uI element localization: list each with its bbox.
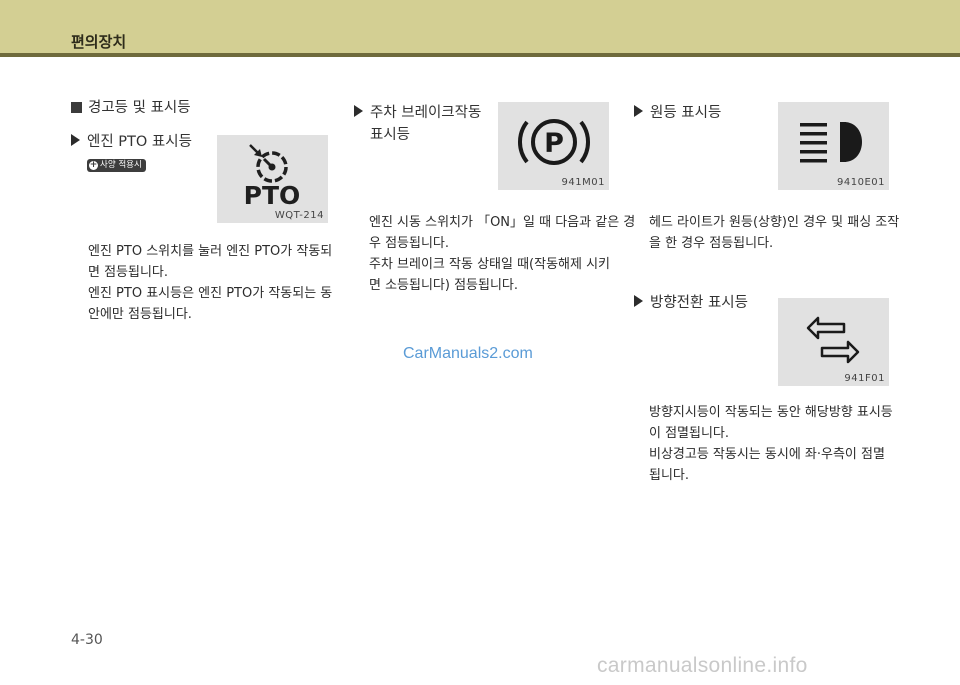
pto-heading-text: 엔진 PTO 표시등	[87, 134, 192, 150]
parking-brake-heading: 주차 브레이크작동 표시등	[354, 102, 481, 146]
high-beam-heading: 원등 표시등	[634, 102, 721, 124]
pto-icon-label: PTO	[244, 181, 301, 210]
body-line: 됩니다.	[649, 468, 690, 483]
high-beam-heading-text: 원등 표시등	[650, 105, 722, 121]
page-number: 4-30	[71, 632, 103, 648]
footer-watermark: carmanualsonline.info	[597, 654, 808, 677]
body-line: 비상경고등 작동시는 동시에 좌·우측이 점멸	[649, 447, 885, 462]
high-beam-figure: 9410E01	[778, 102, 889, 190]
section-heading: 경고등 및 표시등	[71, 97, 191, 119]
body-line: 이 점멸됩니다.	[649, 426, 730, 441]
body-line: 엔진 PTO 표시등은 엔진 PTO가 작동되는 동	[88, 286, 333, 301]
turn-signal-heading: 방향전환 표시등	[634, 292, 748, 314]
section-heading-text: 경고등 및 표시등	[88, 100, 191, 116]
square-bullet-icon	[71, 102, 82, 113]
page-header: 편의장치	[0, 0, 960, 53]
parking-heading-line: 주차 브레이크작동	[370, 105, 482, 121]
body-line: 면 점등됩니다.	[88, 265, 169, 280]
triangle-bullet-icon	[354, 105, 363, 117]
body-line: 주차 브레이크 작동 상태일 때(작동해제 시키	[369, 257, 611, 272]
plus-icon: +	[89, 160, 98, 170]
turn-signal-figure: 941F01	[778, 298, 889, 386]
parking-icon-letter: P	[544, 128, 564, 159]
chapter-title: 편의장치	[71, 33, 127, 51]
site-watermark: CarManuals2.com	[403, 345, 533, 362]
body-line: 헤드 라이트가 원등(상향)인 경우 및 패싱 조작	[649, 215, 900, 230]
parking-brake-description: 엔진 시동 스위치가 「ON」일 때 다음과 같은 경 우 점등됩니다. 주차 …	[369, 212, 635, 296]
body-line: 안에만 점등됩니다.	[88, 307, 192, 322]
body-line: 방향지시등이 작동되는 동안 해당방향 표시등	[649, 405, 893, 420]
parking-heading-line: 표시등	[370, 127, 411, 143]
figure-code: 941F01	[844, 373, 885, 384]
turn-signal-description: 방향지시등이 작동되는 동안 해당방향 표시등 이 점멸됩니다. 비상경고등 작…	[649, 402, 893, 486]
option-badge-text: 사양 적용시	[100, 160, 142, 170]
parking-brake-figure: P 941M01	[498, 102, 609, 190]
triangle-bullet-icon	[71, 134, 80, 146]
high-beam-description: 헤드 라이트가 원등(상향)인 경우 및 패싱 조작 을 한 경우 점등됩니다.	[649, 212, 899, 254]
turn-signal-heading-text: 방향전환 표시등	[650, 295, 748, 311]
figure-code: 941M01	[561, 177, 605, 188]
figure-code: 9410E01	[837, 177, 885, 188]
body-line: 우 점등됩니다.	[369, 236, 450, 251]
body-line: 을 한 경우 점등됩니다.	[649, 236, 774, 251]
option-badge: + 사양 적용시	[87, 159, 146, 172]
pto-indicator-figure: PTO WQT-214	[217, 135, 328, 223]
pto-heading: 엔진 PTO 표시등	[71, 131, 192, 153]
pto-description: 엔진 PTO 스위치를 눌러 엔진 PTO가 작동되 면 점등됩니다. 엔진 P…	[88, 241, 332, 325]
figure-code: WQT-214	[274, 210, 324, 221]
body-line: 면 소등됩니다) 점등됩니다.	[369, 278, 519, 293]
header-divider	[0, 53, 960, 57]
triangle-bullet-icon	[634, 295, 643, 307]
body-line: 엔진 PTO 스위치를 눌러 엔진 PTO가 작동되	[88, 244, 333, 259]
body-line: 엔진 시동 스위치가 「ON」일 때 다음과 같은 경	[369, 215, 636, 230]
triangle-bullet-icon	[634, 105, 643, 117]
